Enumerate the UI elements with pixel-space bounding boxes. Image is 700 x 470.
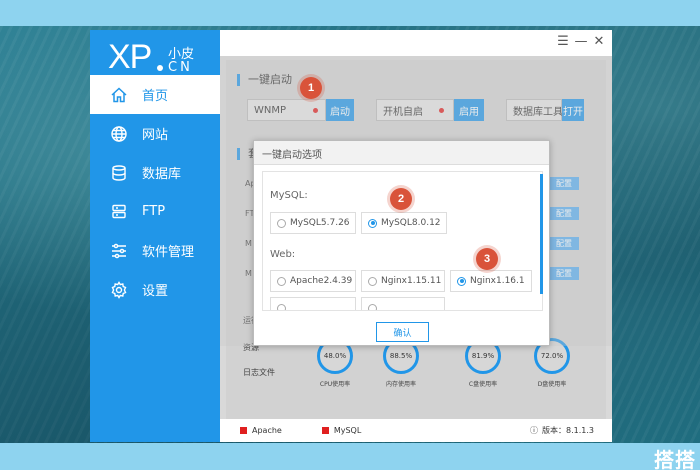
sidebar: XP 小皮 CN 首页 网站 数据库 FTP 软件管理 设置 bbox=[90, 30, 220, 442]
c-drive-gauge-label: C盘使用率 bbox=[468, 381, 498, 388]
quick-start-options-dialog: 一键启动选项 MySQL: MySQL5.7.26 MySQL8.0.12 We… bbox=[253, 140, 550, 346]
annotation-marker-2: 2 bbox=[390, 188, 412, 210]
version-info: ⓘ 版本： 8.1.1.3 bbox=[530, 426, 594, 435]
sidebar-item-label: 网站 bbox=[142, 128, 169, 143]
cpu-gauge-label: CPU使用率 bbox=[319, 381, 351, 388]
sidebar-item-label: 首页 bbox=[142, 89, 169, 104]
sidebar-item-website[interactable]: 网站 bbox=[90, 114, 220, 153]
radio-unchecked bbox=[368, 303, 377, 310]
menu-button[interactable]: ☰ bbox=[556, 34, 570, 50]
dialog-title: 一键启动选项 bbox=[254, 141, 549, 165]
sidebar-item-settings[interactable]: 设置 bbox=[90, 270, 220, 309]
sidebar-item-ftp[interactable]: FTP bbox=[90, 192, 220, 231]
globe-icon bbox=[110, 125, 128, 143]
close-button[interactable]: ✕ bbox=[592, 34, 606, 50]
web-option-partial[interactable] bbox=[361, 297, 445, 310]
logo-dot bbox=[157, 65, 163, 71]
radio-unchecked bbox=[277, 218, 286, 228]
info-icon: ⓘ bbox=[530, 426, 538, 435]
dialog-scrollbar[interactable] bbox=[540, 174, 543, 294]
sidebar-item-database[interactable]: 数据库 bbox=[90, 153, 220, 192]
sidebar-item-label: 数据库 bbox=[142, 167, 182, 182]
service-status-mysql: MySQL bbox=[321, 426, 361, 435]
confirm-button[interactable]: 确认 bbox=[376, 322, 429, 342]
annotation-marker-3: 3 bbox=[476, 248, 498, 270]
tab-logs[interactable]: 日志文件 bbox=[243, 367, 283, 378]
mysql-option-5-7-26[interactable]: MySQL5.7.26 bbox=[270, 212, 356, 234]
logo-domain: CN bbox=[168, 60, 193, 75]
mysql-group-label: MySQL: bbox=[270, 190, 308, 201]
sidebar-item-software[interactable]: 软件管理 bbox=[90, 231, 220, 270]
sidebar-item-label: 设置 bbox=[142, 284, 169, 299]
memory-gauge-label: 内存使用率 bbox=[385, 381, 416, 388]
watermark: 搭搭 bbox=[654, 448, 696, 470]
service-status-apache: Apache bbox=[240, 426, 282, 435]
database-icon bbox=[110, 164, 128, 182]
sidebar-nav: 首页 网站 数据库 FTP 软件管理 设置 bbox=[90, 75, 220, 309]
status-indicator bbox=[321, 427, 329, 434]
minimize-button[interactable]: — bbox=[574, 34, 588, 50]
radio-checked bbox=[457, 276, 466, 286]
gear-icon bbox=[110, 280, 128, 299]
sidebar-item-label: FTP bbox=[142, 204, 166, 219]
mysql-option-8-0-12[interactable]: MySQL8.0.12 bbox=[361, 212, 447, 234]
radio-unchecked bbox=[277, 276, 286, 286]
logo-brand: XP bbox=[108, 38, 152, 76]
sidebar-item-label: 软件管理 bbox=[142, 245, 195, 260]
web-option-apache[interactable]: Apache2.4.39 bbox=[270, 270, 356, 292]
web-option-nginx-1-15-11[interactable]: Nginx1.15.11 bbox=[361, 270, 445, 292]
status-bar: Apache MySQL ⓘ 版本： 8.1.1.3 bbox=[220, 419, 612, 442]
radio-unchecked bbox=[277, 303, 286, 310]
radio-checked bbox=[368, 218, 377, 228]
web-option-partial[interactable] bbox=[270, 297, 356, 310]
radio-unchecked bbox=[368, 276, 377, 286]
ftp-icon bbox=[110, 203, 128, 221]
web-group-label: Web: bbox=[270, 249, 296, 260]
background-top bbox=[0, 0, 700, 26]
sidebar-item-home[interactable]: 首页 bbox=[90, 75, 220, 114]
status-indicator bbox=[240, 427, 247, 434]
d-drive-gauge-label: D盘使用率 bbox=[537, 381, 567, 388]
annotation-marker-1: 1 bbox=[300, 77, 322, 99]
title-bar: ☰ — ✕ bbox=[220, 30, 612, 56]
home-icon bbox=[110, 86, 128, 104]
web-option-nginx-1-16-1[interactable]: Nginx1.16.1 bbox=[450, 270, 532, 292]
sliders-icon bbox=[110, 242, 128, 260]
background-bottom bbox=[0, 443, 700, 470]
